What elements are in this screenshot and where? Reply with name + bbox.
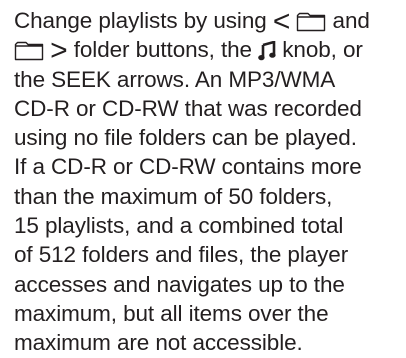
text-line-12: maximum are not accessible. xyxy=(14,330,303,356)
music-note-icon xyxy=(258,41,276,61)
right-arrow-icon: > xyxy=(50,34,68,68)
text-line-9: of 512 folders and files, the player xyxy=(14,242,349,268)
text-line-11: maximum, but all items over the xyxy=(14,300,329,326)
text-line-8: 15 playlists, and a combined total xyxy=(14,213,344,239)
left-arrow-icon: < xyxy=(272,5,291,38)
text-segment: folder buttons, the xyxy=(67,37,259,63)
text-line-10: accesses and navigates up to the xyxy=(14,271,345,297)
instruction-paragraph: Change playlists by using < and > folder… xyxy=(14,6,402,358)
text-line-2: > folder buttons, the knob, or xyxy=(14,34,402,68)
manual-page: Change playlists by using < and > folder… xyxy=(0,0,406,355)
text-line-1: Change playlists by using < and xyxy=(14,5,402,38)
text-segment: and xyxy=(326,8,370,33)
text-segment: Change playlists by using xyxy=(14,8,273,33)
text-line-5: using no file folders can be played. xyxy=(14,125,357,151)
text-segment: knob, or xyxy=(276,37,363,63)
folder-icon xyxy=(14,41,44,61)
folder-icon xyxy=(296,12,326,32)
text-line-4: CD-R or CD-RW that was recorded xyxy=(14,95,362,121)
text-line-7: than the maximum of 50 folders, xyxy=(14,183,333,209)
text-line-6: If a CD-R or CD-RW contains more xyxy=(14,154,362,180)
text-line-3: the SEEK arrows. An MP3/WMA xyxy=(14,66,336,92)
